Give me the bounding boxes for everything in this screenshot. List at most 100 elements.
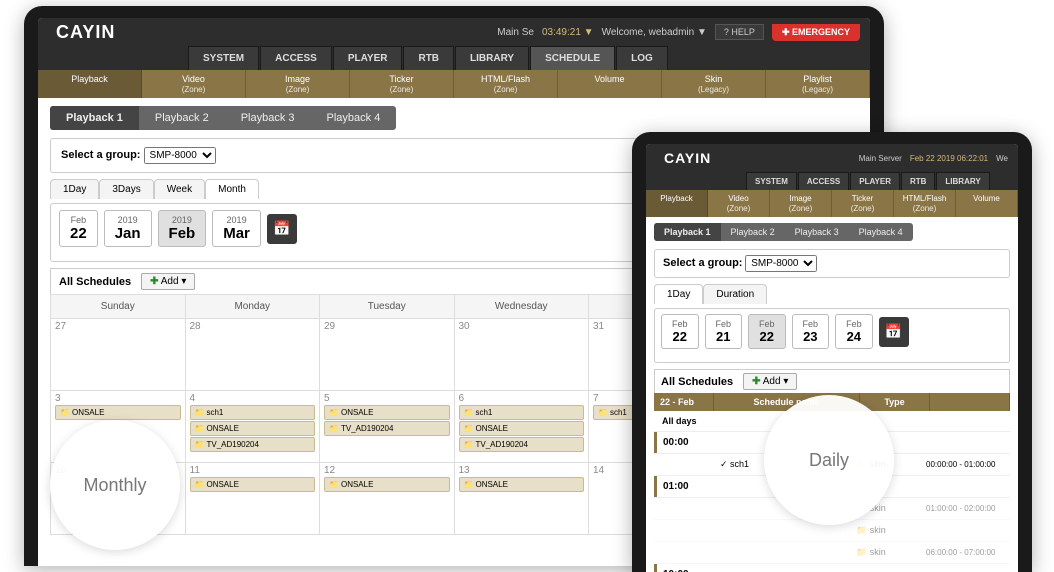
group-label: Select a group: [663,257,742,269]
add-button[interactable]: ✚ Add ▾ [141,273,195,290]
event-chip[interactable]: ONSALE [459,421,585,436]
mainnav-log[interactable]: LOG [616,46,668,70]
date-selector[interactable]: Feb21 [705,314,743,349]
view-tabs: 1DayDuration [654,284,1010,304]
all-schedules-label: All Schedules [59,276,131,288]
schedule-row[interactable]: 📁 skin06:00:00 - 07:00:00 [654,542,1010,564]
playback-tab[interactable]: Playback 3 [785,223,849,241]
time-label: 01:00 [654,476,704,497]
event-chip[interactable]: TV_AD190204 [190,437,316,452]
mainnav-system[interactable]: SYSTEM [746,172,797,190]
playback-tab[interactable]: Playback 2 [139,106,225,130]
server-name: Main Server [859,154,902,163]
calendar-cell[interactable]: 6sch1ONSALETV_AD190204 [454,391,589,463]
view-tab[interactable]: 1Day [50,179,99,199]
event-chip[interactable]: sch1 [190,405,316,420]
subnav-item[interactable]: Volume [558,70,662,98]
subnav-item[interactable]: Playback [38,70,142,98]
help-button[interactable]: ? HELP [715,24,764,40]
mainnav-library[interactable]: LIBRARY [455,46,529,70]
playback-tab[interactable]: Playback 4 [849,223,913,241]
subnav-item[interactable]: Video(Zone) [142,70,246,98]
group-panel: Select a group: SMP-8000 [654,249,1010,278]
subnav-item[interactable]: Playback [646,190,708,217]
calendar-cell[interactable]: 11ONSALE [185,463,320,535]
day-header: Tuesday [320,295,455,319]
subnav-item[interactable]: Ticker(Zone) [350,70,454,98]
view-tab[interactable]: 1Day [654,284,703,304]
subnav-item[interactable]: HTML/Flash(Zone) [894,190,956,217]
playback-tab[interactable]: Playback 1 [50,106,139,130]
mainnav-player[interactable]: PLAYER [850,172,900,190]
group-select[interactable]: SMP-8000 [745,255,817,272]
date-selector[interactable]: Feb22 [748,314,786,349]
event-chip[interactable]: ONSALE [190,421,316,436]
mainnav-access[interactable]: ACCESS [798,172,849,190]
clock: 03:49:21 ▼ [542,27,594,38]
event-chip[interactable]: TV_AD190204 [459,437,585,452]
sub-nav: PlaybackVideo(Zone)Image(Zone)Ticker(Zon… [38,70,870,98]
subnav-item[interactable]: Skin(Legacy) [662,70,766,98]
event-chip[interactable]: ONSALE [324,405,450,420]
all-schedules-label: All Schedules [661,376,733,388]
playback-tab[interactable]: Playback 2 [721,223,785,241]
subnav-item[interactable]: Image(Zone) [246,70,350,98]
group-select[interactable]: SMP-8000 [144,147,216,164]
date-selector[interactable]: 2019Mar [212,210,261,247]
calendar-icon[interactable]: 📅 [267,214,297,244]
view-tab[interactable]: Month [205,179,259,199]
calendar-cell[interactable]: 27 [51,319,186,391]
view-tab[interactable]: 3Days [99,179,153,199]
mainnav-player[interactable]: PLAYER [333,46,403,70]
mainnav-access[interactable]: ACCESS [260,46,332,70]
event-chip[interactable]: ONSALE [190,477,316,492]
calendar-icon[interactable]: 📅 [879,317,909,347]
server-name: Main Se [497,27,534,38]
monthly-badge: Monthly [50,420,180,550]
event-chip[interactable]: ONSALE [55,405,181,420]
day-header: Wednesday [454,295,589,319]
subnav-item[interactable]: Image(Zone) [770,190,832,217]
date-nav: Feb22Feb21Feb22Feb23Feb24📅 [661,314,1003,349]
date-selector[interactable]: Feb23 [792,314,830,349]
date-selector[interactable]: 2019Jan [104,210,152,247]
mainnav-library[interactable]: LIBRARY [936,172,989,190]
clock: Feb 22 2019 06:22:01 [910,154,988,163]
mainnav-rtb[interactable]: RTB [403,46,454,70]
add-button[interactable]: ✚ Add ▾ [743,373,797,390]
playback-tabs: Playback 1Playback 2Playback 3Playback 4 [654,223,913,241]
event-chip[interactable]: ONSALE [459,477,585,492]
date-selector[interactable]: 2019Feb [158,210,207,247]
mainnav-schedule[interactable]: SCHEDULE [530,46,615,70]
topbar: CAYIN Main Se 03:49:21 ▼ Welcome, webadm… [38,18,870,46]
subnav-item[interactable]: HTML/Flash(Zone) [454,70,558,98]
date-selector[interactable]: Feb22 [661,314,699,349]
calendar-cell[interactable]: 30 [454,319,589,391]
view-tab[interactable]: Week [154,179,205,199]
calendar-cell[interactable]: 5ONSALETV_AD190204 [320,391,455,463]
date-selector[interactable]: Feb24 [835,314,873,349]
calendar-cell[interactable]: 29 [320,319,455,391]
calendar-cell[interactable]: 28 [185,319,320,391]
date-selector[interactable]: Feb22 [59,210,98,247]
calendar-cell[interactable]: 4sch1ONSALETV_AD190204 [185,391,320,463]
playback-tab[interactable]: Playback 1 [654,223,721,241]
event-chip[interactable]: TV_AD190204 [324,421,450,436]
main-nav: SYSTEMACCESSPLAYERRTBLIBRARY [646,172,1018,190]
view-tab[interactable]: Duration [703,284,767,304]
subnav-item[interactable]: Video(Zone) [708,190,770,217]
calendar-cell[interactable]: 12ONSALE [320,463,455,535]
calendar-cell[interactable]: 13ONSALE [454,463,589,535]
playback-tab[interactable]: Playback 3 [225,106,311,130]
mainnav-system[interactable]: SYSTEM [188,46,259,70]
mainnav-rtb[interactable]: RTB [901,172,935,190]
subnav-item[interactable]: Ticker(Zone) [832,190,894,217]
event-chip[interactable]: sch1 [459,405,585,420]
brand-logo: CAYIN [48,22,123,43]
subnav-item[interactable]: Volume [956,190,1018,217]
emergency-button[interactable]: ✚ EMERGENCY [772,24,860,41]
subnav-item[interactable]: Playlist(Legacy) [766,70,870,98]
event-chip[interactable]: ONSALE [324,477,450,492]
playback-tab[interactable]: Playback 4 [311,106,397,130]
time-label: 00:00 [654,432,704,453]
